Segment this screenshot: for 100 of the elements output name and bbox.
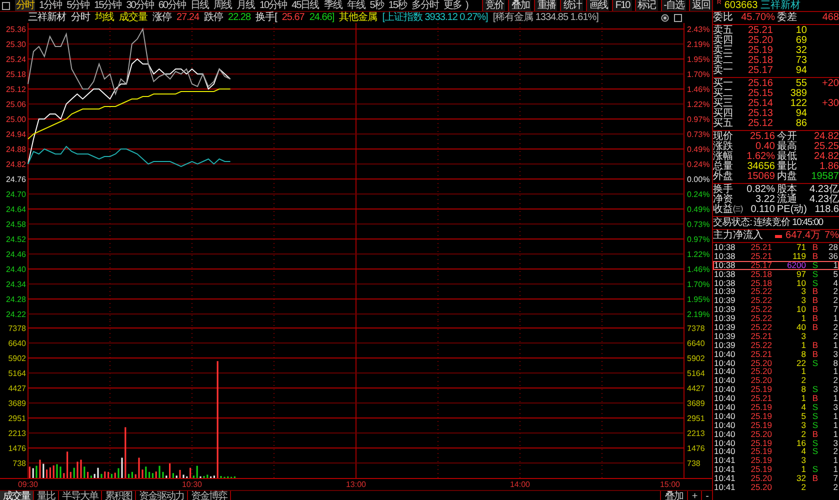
trade-price: 25.19: [750, 465, 772, 474]
order-volume: 86: [794, 119, 807, 129]
info-text: 22.28: [228, 12, 251, 23]
axis-label: 24.40: [6, 265, 26, 274]
level-label: 卖四: [713, 36, 734, 46]
axis-label: 24.76: [6, 175, 26, 184]
flow-label: 主力净流入: [713, 231, 763, 241]
axis-label: 2.19%: [687, 310, 710, 319]
trade-time: 10:39: [714, 340, 736, 350]
trade-volume: 22: [796, 358, 806, 368]
trade-price: 25.22: [750, 296, 772, 306]
flow-percent: 7%: [824, 231, 839, 241]
level-label: 买三: [713, 99, 734, 109]
trade-count: 1: [832, 465, 838, 474]
trade-count: 2: [832, 447, 838, 456]
field-value: 0.40: [754, 142, 775, 152]
info-text: 分时: [71, 12, 90, 23]
trade-time: 10:40: [714, 403, 736, 412]
trade-price: 25.20: [750, 358, 772, 368]
order-volume: 32: [794, 46, 807, 56]
order-price: 25.14: [746, 99, 773, 109]
trade-count: 3: [832, 438, 838, 448]
info-text: 成交量: [119, 12, 148, 23]
field-value: 24.82: [812, 152, 839, 162]
trade-price: 25.22: [750, 305, 772, 314]
field-label: 涨幅: [713, 152, 733, 162]
trade-count: 1: [832, 314, 838, 324]
trade-price: 25.19: [750, 456, 772, 466]
trade-count: 3: [832, 403, 838, 412]
axis-label: 5164: [687, 369, 705, 378]
order-price: 25.12: [746, 119, 773, 129]
trade-price: 25.20: [750, 474, 772, 484]
volume-change: +30: [821, 99, 839, 109]
trade-time: 10:38: [714, 252, 736, 261]
trade-side: S: [811, 385, 818, 394]
field-label: 内盘: [777, 172, 797, 182]
info-text: 三祥新材: [28, 12, 66, 23]
trade-volume: 119: [791, 252, 806, 261]
trade-count: 2: [832, 287, 838, 296]
trade-count: 5: [832, 270, 838, 279]
axis-label: 1.46%: [687, 265, 710, 274]
trade-count: 7: [832, 305, 838, 314]
axis-label: 738: [12, 459, 26, 468]
stock-code: 603663: [724, 0, 758, 11]
trade-volume: 3: [800, 296, 806, 306]
trade-count: 1: [832, 367, 838, 376]
trade-count: 28: [828, 243, 838, 252]
trade-price: 25.22: [750, 287, 772, 296]
trade-price: 25.22: [750, 314, 772, 324]
trade-time: 10:39: [714, 305, 736, 314]
trade-price: 25.22: [750, 340, 772, 350]
level-label: 买四: [713, 109, 734, 119]
trade-count: 1: [832, 260, 838, 270]
trade-volume: 6200: [786, 260, 806, 270]
field-label: 委差: [777, 13, 797, 23]
axis-label: 1.95%: [687, 295, 710, 304]
order-price: 25.18: [746, 56, 773, 66]
trade-count: 1: [832, 420, 838, 430]
trade-price: 25.21: [750, 243, 772, 252]
level-label: 买一: [713, 79, 734, 89]
trade-price: 25.20: [750, 483, 772, 492]
axis-label: 2951: [8, 414, 26, 423]
trade-price: 25.21: [750, 252, 772, 261]
trade-side: S: [811, 358, 818, 368]
trade-side: B: [811, 340, 818, 350]
order-price: 25.21: [746, 26, 773, 36]
axis-label: 1.22%: [687, 250, 710, 259]
axis-label: 5902: [687, 354, 705, 363]
trade-time: 10:40: [714, 358, 736, 368]
order-volume: 94: [794, 66, 807, 76]
axis-label: 0.24%: [687, 160, 710, 169]
axis-label: 24.94: [6, 130, 26, 139]
trade-volume: 3: [800, 456, 806, 466]
time-label: 14:00: [510, 480, 530, 489]
trade-side: B: [811, 394, 818, 404]
trade-price: 25.22: [750, 323, 772, 332]
field-label: 总量: [713, 162, 733, 172]
order-price: 25.19: [746, 46, 773, 56]
level-label: 卖一: [713, 66, 734, 76]
trade-count: 2: [832, 332, 838, 341]
axis-label: 24.88: [6, 145, 26, 154]
trade-price: 25.18: [750, 278, 772, 288]
trade-volume: 8: [800, 350, 806, 359]
axis-label: 0.00%: [687, 175, 710, 184]
axis-label: 25.30: [6, 40, 26, 49]
trade-count: 1: [832, 456, 838, 466]
field-label: 委比: [713, 13, 733, 23]
trade-count: 2: [832, 296, 838, 306]
trade-count: 4: [832, 278, 838, 288]
axis-label: 0.73%: [687, 130, 710, 139]
axis-label: 24.82: [6, 160, 26, 169]
axis-label: 25.12: [6, 85, 26, 94]
axis-label: 738: [687, 459, 700, 468]
trade-time: 10:39: [714, 332, 736, 341]
trade-time: 10:40: [714, 447, 736, 456]
trade-volume: 2: [800, 483, 806, 492]
axis-label: 1.46%: [687, 85, 710, 94]
axis-label: 25.06: [6, 100, 26, 109]
trade-price: 25.19: [750, 447, 772, 456]
trade-time: 10:40: [714, 430, 736, 439]
